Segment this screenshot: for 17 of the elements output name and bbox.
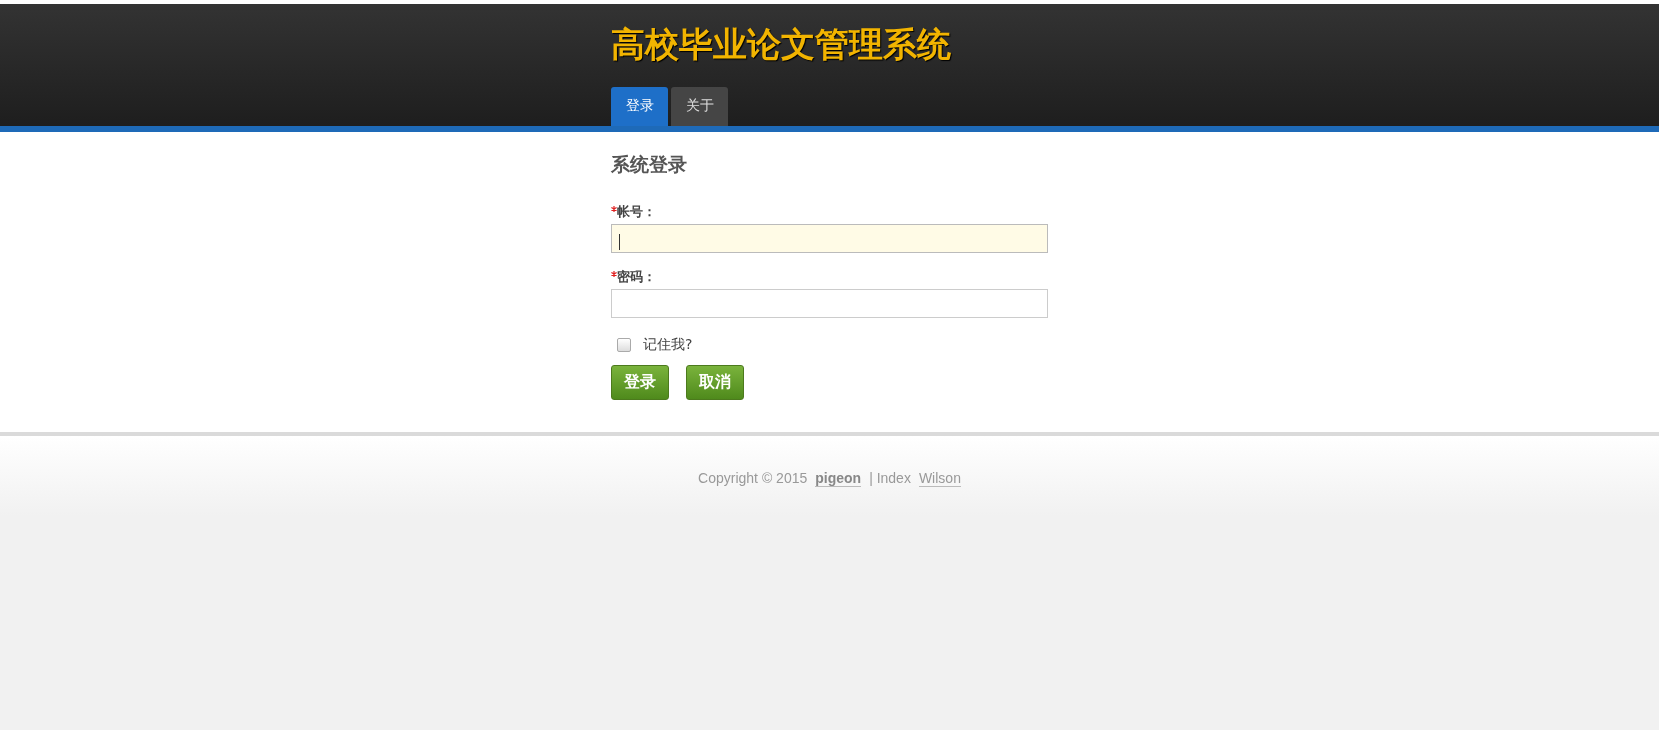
password-field[interactable] (611, 289, 1048, 318)
nav-tab[interactable]: 关于 (671, 87, 728, 126)
form-heading: 系统登录 (611, 152, 687, 176)
field-label: 帐号： (617, 203, 656, 221)
checkbox-label: 记住我? (643, 336, 693, 354)
site-link[interactable]: Wilson (918, 470, 961, 487)
field-label: 密码： (617, 268, 656, 286)
author-link[interactable]: pigeon (815, 470, 862, 487)
text-caret (619, 234, 620, 250)
copyright-text: Copyright © 2015 (698, 470, 808, 487)
index-text: | Index (869, 470, 911, 487)
username-field[interactable] (611, 224, 1048, 253)
remember-checkbox[interactable] (617, 338, 631, 352)
cancel-button[interactable]: 取消 (686, 365, 744, 400)
nav-tab[interactable]: 登录 (611, 87, 668, 126)
site-title: 高校毕业论文管理系统 (611, 23, 951, 64)
login-button[interactable]: 登录 (611, 365, 669, 400)
